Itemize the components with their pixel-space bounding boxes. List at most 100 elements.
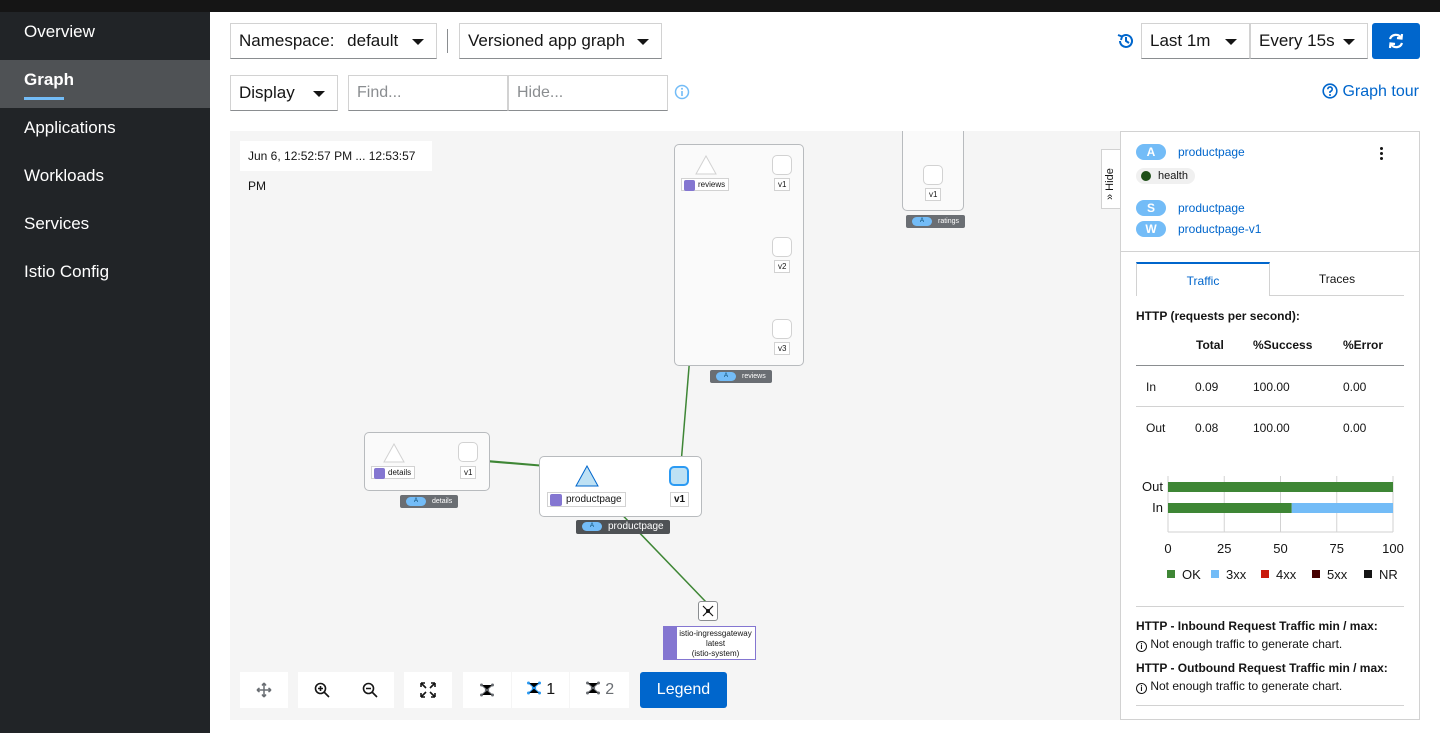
graph-canvas[interactable]: Jun 6, 12:52:57 PM ... 12:53:57 PM revie… xyxy=(230,131,1120,720)
history-icon[interactable] xyxy=(1116,31,1136,51)
sidebar-item-istio-config[interactable]: Istio Config xyxy=(0,252,210,300)
app-name-link[interactable]: productpage xyxy=(1178,145,1245,159)
panel-divider xyxy=(1121,251,1419,252)
tab-traffic[interactable]: Traffic xyxy=(1136,262,1270,296)
table-header-success: %Success xyxy=(1253,338,1313,352)
details-group-name: details xyxy=(432,498,453,505)
sidebar-item-workloads[interactable]: Workloads xyxy=(0,156,210,204)
graph-tour-link[interactable]: Graph tour xyxy=(1322,83,1419,101)
ratings-app-box[interactable]: v1 xyxy=(902,131,964,211)
refresh-interval-select[interactable]: Every 15s xyxy=(1250,23,1368,59)
find-input[interactable] xyxy=(348,75,508,111)
chart-bar-in-ok xyxy=(1168,503,1292,513)
table-cell-out-success: 100.00 xyxy=(1253,421,1290,435)
layout-2-button[interactable]: 2 xyxy=(570,672,629,708)
service-name-link[interactable]: productpage xyxy=(1178,201,1245,215)
sidebar-item-graph[interactable]: Graph xyxy=(0,60,210,108)
reviews-group-name: reviews xyxy=(742,373,766,380)
zoom-out-button[interactable] xyxy=(346,672,394,708)
chart-tick-label: 75 xyxy=(1330,541,1344,556)
chart-legend-label: 4xx xyxy=(1276,567,1297,582)
gateway-badge xyxy=(664,627,677,659)
ratings-v1-node[interactable] xyxy=(923,165,943,185)
chevron-down-icon xyxy=(313,91,325,97)
chevron-down-icon xyxy=(1343,39,1355,45)
health-badge: health xyxy=(1136,168,1195,184)
sidebar-item-services[interactable]: Services xyxy=(0,204,210,252)
zoom-in-button[interactable] xyxy=(298,672,346,708)
info-circle-icon: i xyxy=(1136,683,1147,694)
gateway-node[interactable] xyxy=(698,601,718,621)
chevron-down-icon xyxy=(637,39,649,45)
zoom-out-icon xyxy=(362,682,378,698)
tab-traces[interactable]: Traces xyxy=(1270,262,1404,296)
details-group-label: Adetails xyxy=(400,495,459,508)
graph-type-select[interactable]: Versioned app graph xyxy=(459,23,662,59)
app-badge: A xyxy=(582,522,602,531)
chart-legend-swatch xyxy=(1364,570,1372,578)
sidebar-item-applications[interactable]: Applications xyxy=(0,108,210,156)
namespace-label: Namespace: xyxy=(239,31,335,50)
chart-bar-in-3xx xyxy=(1291,503,1393,513)
reviews-app-box[interactable]: reviews v1 v2 v3 xyxy=(674,144,804,366)
chart-tick-label: 0 xyxy=(1164,541,1171,556)
productpage-group-name: productpage xyxy=(608,521,664,532)
app-type-badge: A xyxy=(1136,144,1166,160)
duration-select[interactable]: Last 1m xyxy=(1141,23,1250,59)
app-icon xyxy=(684,180,695,191)
app-badge: A xyxy=(912,217,932,226)
details-app-box[interactable]: details v1 xyxy=(364,432,490,491)
table-cell-in-success: 100.00 xyxy=(1253,380,1290,394)
table-cell-out-total: 0.08 xyxy=(1195,421,1219,435)
chart-legend-label: OK xyxy=(1182,567,1201,582)
table-cell-in-label: In xyxy=(1146,380,1157,394)
hide-input[interactable] xyxy=(508,75,668,111)
chart-tick-label: 50 xyxy=(1273,541,1287,556)
reviews-v2-label: v2 xyxy=(774,260,791,273)
double-chevron-icon: » xyxy=(1104,193,1116,200)
top-masthead xyxy=(0,0,1440,12)
details-v1-label: v1 xyxy=(460,466,477,479)
summary-panel: A productpage health S productpage W pro… xyxy=(1120,131,1420,720)
chart-legend-label: 5xx xyxy=(1327,567,1348,582)
layout-1-button[interactable]: 1 xyxy=(512,672,569,708)
topology-icon xyxy=(526,681,541,695)
refresh-button[interactable] xyxy=(1372,23,1420,59)
display-select[interactable]: Display xyxy=(230,75,338,111)
ratings-group-name: ratings xyxy=(938,218,960,225)
reviews-v3-node[interactable] xyxy=(772,319,792,339)
details-v1-node[interactable] xyxy=(458,442,478,462)
info-icon[interactable] xyxy=(674,84,690,100)
arrows-alt-icon xyxy=(256,682,272,698)
ratings-v1-label: v1 xyxy=(925,188,942,201)
details-service-triangle-icon xyxy=(383,443,405,463)
chart-legend-swatch xyxy=(1312,570,1320,578)
reviews-app-label: reviews xyxy=(681,178,730,191)
layout-default-button[interactable] xyxy=(463,672,511,708)
reviews-v2-node[interactable] xyxy=(772,237,792,257)
chart-category-label: Out xyxy=(1142,479,1163,494)
table-cell-in-error: 0.00 xyxy=(1343,380,1367,394)
outbound-title: HTTP - Outbound Request Traffic min / ma… xyxy=(1136,661,1388,675)
workload-name-link[interactable]: productpage-v1 xyxy=(1178,222,1261,236)
pan-button[interactable] xyxy=(240,672,288,708)
reviews-v1-node[interactable] xyxy=(772,155,792,175)
kebab-menu-icon[interactable] xyxy=(1379,146,1385,160)
hide-panel-tab[interactable]: » Hide xyxy=(1101,149,1120,209)
productpage-group-label: Aproductpage xyxy=(576,520,670,534)
productpage-app-box[interactable]: productpage v1 xyxy=(539,456,702,517)
main-content: Namespace: default Versioned app graph L… xyxy=(210,12,1440,733)
app-icon xyxy=(374,468,385,479)
legend-button[interactable]: Legend xyxy=(640,672,727,708)
workload-type-badge: W xyxy=(1136,221,1166,237)
productpage-v1-node[interactable] xyxy=(669,466,689,486)
table-header-total: Total xyxy=(1196,338,1224,352)
namespace-select[interactable]: Namespace: default xyxy=(230,23,437,59)
reviews-v1-label: v1 xyxy=(774,178,791,191)
app-icon xyxy=(550,494,562,506)
topology-icon xyxy=(480,683,494,697)
reviews-group-label: Areviews xyxy=(710,370,772,383)
chevron-down-icon xyxy=(412,39,424,45)
fit-to-screen-button[interactable] xyxy=(404,672,452,708)
sidebar-item-overview[interactable]: Overview xyxy=(0,12,210,60)
